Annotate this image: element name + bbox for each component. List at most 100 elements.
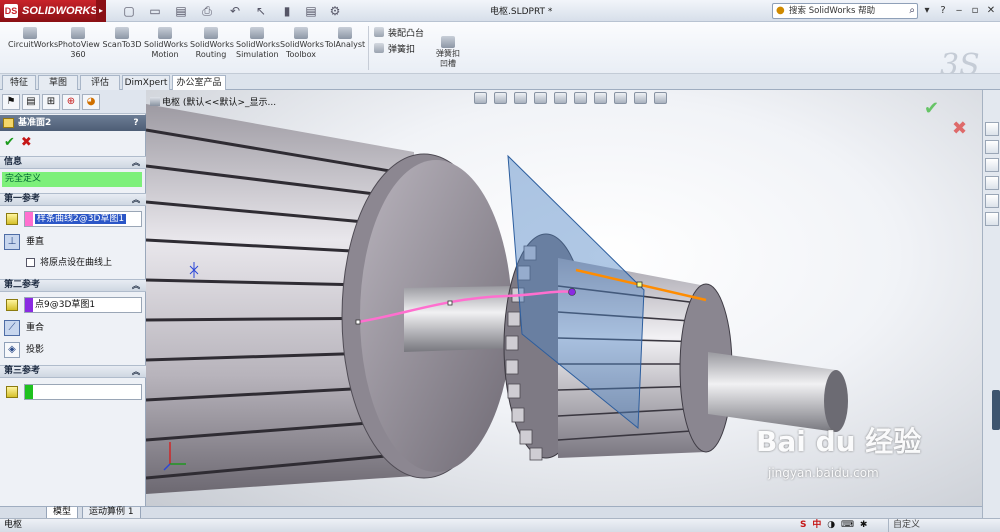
panel-tab-row: ⚑ ▤ ⊞ ⊕ ◕ <box>0 90 146 114</box>
graphics-viewport[interactable]: 电枢 (默认<<默认>_显示... ✔ ✖ Bai du 经验 jingyan.… <box>146 90 982 506</box>
search-go-icon[interactable]: ⌕ <box>909 4 915 18</box>
third-reference-field[interactable] <box>24 384 142 400</box>
part-icon <box>150 97 160 106</box>
file-properties-icon[interactable]: ▤ <box>300 3 322 19</box>
display-style-icon[interactable] <box>574 92 587 104</box>
task-pane <box>982 90 1000 520</box>
design-library-icon[interactable] <box>985 140 999 154</box>
custom-properties-icon[interactable] <box>985 212 999 226</box>
first-reference-field[interactable]: 样条曲线2@3D草图1 <box>24 211 142 227</box>
heads-up-view-toolbar <box>474 92 674 106</box>
appearances-icon[interactable] <box>985 194 999 208</box>
undo-icon[interactable]: ↶ <box>224 3 246 19</box>
property-manager-tab-icon[interactable]: ▤ <box>22 94 40 110</box>
new-document-icon[interactable]: ▢ <box>118 3 140 19</box>
tab-sketch[interactable]: 草图 <box>38 75 78 90</box>
close-button[interactable]: ✕ <box>984 3 998 19</box>
tab-features[interactable]: 特征 <box>2 75 36 90</box>
status-text: 电枢 <box>4 520 23 530</box>
point-9[interactable] <box>568 288 576 296</box>
routing-icon <box>204 27 218 39</box>
previous-view-icon[interactable] <box>514 92 527 104</box>
feature-manager-tab-icon[interactable]: ⚑ <box>2 94 20 110</box>
photoview-button[interactable]: PhotoView 360 <box>58 27 100 60</box>
spline-point-mid[interactable] <box>447 300 453 306</box>
view-palette-icon[interactable] <box>985 176 999 190</box>
solidworks-resources-icon[interactable] <box>985 122 999 136</box>
confirm-ok-check-icon[interactable]: ✔ <box>924 98 939 119</box>
tab-office-products[interactable]: 办公室产品 <box>172 75 226 91</box>
tab-evaluate[interactable]: 评估 <box>80 75 120 90</box>
configuration-manager-tab-icon[interactable]: ⊞ <box>42 94 60 110</box>
circuitworks-icon <box>23 27 37 39</box>
project-option[interactable]: ◈ 投影 <box>4 342 44 358</box>
solidworks-motion-button[interactable]: SolidWorks Motion <box>144 27 188 60</box>
punctuation-icon[interactable]: ◑ <box>827 519 835 532</box>
feature-tree-root[interactable]: 电枢 (默认<<默认>_显示... <box>150 95 276 108</box>
restore-button[interactable]: ▫ <box>968 3 982 19</box>
view-orientation-icon[interactable] <box>554 92 567 104</box>
first-reference-row: 样条曲线2@3D草图1 <box>4 211 142 227</box>
collapse-chevron-icon: ︽ <box>132 158 140 167</box>
help-icon[interactable]: ? <box>130 115 142 131</box>
perpendicular-option[interactable]: ⊥ 垂直 <box>4 234 44 250</box>
circuitworks-button[interactable]: CircuitWorks <box>8 27 58 50</box>
tray-settings-icon[interactable]: ✱ <box>860 519 868 532</box>
snap-hook-button[interactable]: 弹簧扣 <box>374 42 415 55</box>
solidworks-simulation-button[interactable]: SolidWorks Simulation <box>236 27 280 60</box>
hide-show-items-icon[interactable] <box>594 92 607 104</box>
second-reference-field[interactable]: 点9@3D草图1 <box>24 297 142 313</box>
display-manager-tab-icon[interactable]: ◕ <box>82 94 100 110</box>
dimxpert-manager-tab-icon[interactable]: ⊕ <box>62 94 80 110</box>
select-icon[interactable]: ↖ <box>250 3 272 19</box>
view-settings-icon[interactable] <box>654 92 667 104</box>
ime-mode-indicator[interactable]: 中 <box>812 519 821 532</box>
zoom-to-area-icon[interactable] <box>494 92 507 104</box>
edge-handle[interactable] <box>636 281 643 288</box>
help-dropdown-icon[interactable]: ▾ <box>920 3 934 19</box>
solidworks-logo[interactable]: DS SOLIDWORKS <box>0 0 98 22</box>
first-reference-section-header[interactable]: 第一参考 ︽ <box>0 193 146 206</box>
simulation-icon <box>250 27 264 39</box>
checkbox-box[interactable] <box>26 258 35 267</box>
tab-dimxpert[interactable]: DimXpert <box>122 75 170 90</box>
rebuild-icon[interactable]: ▮ <box>276 3 298 19</box>
print-icon[interactable]: ⎙ <box>196 3 218 19</box>
snap-hook-groove-button[interactable]: 弹簧扣 凹槽 <box>428 36 468 69</box>
toolbar-separator <box>368 26 369 70</box>
edit-appearance-icon[interactable] <box>614 92 627 104</box>
open-document-icon[interactable]: ▭ <box>144 3 166 19</box>
messages-section-header[interactable]: 信息 ︽ <box>0 156 146 169</box>
task-pane-handle[interactable] <box>992 390 1000 430</box>
confirm-cancel-x-icon[interactable]: ✖ <box>952 118 967 139</box>
assembly-boss-button[interactable]: 装配凸台 <box>374 26 424 39</box>
zoom-to-fit-icon[interactable] <box>474 92 487 104</box>
solidworks-routing-button[interactable]: SolidWorks Routing <box>190 27 234 60</box>
apply-scene-icon[interactable] <box>634 92 647 104</box>
save-icon[interactable]: ▤ <box>170 3 192 19</box>
menu-expand-icon[interactable]: ▸ <box>96 0 106 22</box>
coincident-option[interactable]: ⟋ 重合 <box>4 320 44 336</box>
cancel-x-icon[interactable]: ✖ <box>21 135 32 150</box>
third-reference-section-header[interactable]: 第三参考 ︽ <box>0 365 146 378</box>
section-view-icon[interactable] <box>534 92 547 104</box>
third-reference-color-swatch <box>25 385 33 399</box>
collapse-chevron-icon: ︽ <box>132 195 140 204</box>
solidworks-toolbox-button[interactable]: SolidWorks Toolbox <box>280 27 324 60</box>
minimize-button[interactable]: ‒ <box>952 3 966 19</box>
help-search-input[interactable]: ● 搜索 SolidWorks 帮助 ⌕ <box>772 3 918 19</box>
file-explorer-icon[interactable] <box>985 158 999 172</box>
origin-on-curve-checkbox[interactable]: 将原点设在曲线上 <box>26 257 112 269</box>
options-icon[interactable]: ⚙ <box>324 3 346 19</box>
ok-check-icon[interactable]: ✔ <box>4 135 15 150</box>
sogou-input-icon[interactable]: S <box>800 519 806 532</box>
second-reference-section-header[interactable]: 第二参考 ︽ <box>0 279 146 292</box>
edit-state-indicator: 自定义 <box>888 519 978 532</box>
scanto3d-button[interactable]: ScanTo3D <box>102 27 142 50</box>
command-manager: CircuitWorks PhotoView 360 ScanTo3D Solid… <box>0 22 1000 83</box>
help-icon[interactable]: ? <box>936 3 950 19</box>
keyboard-icon[interactable]: ⌨ <box>841 519 854 532</box>
tolanalyst-button[interactable]: TolAnalyst <box>324 27 366 50</box>
spline-point-start[interactable] <box>355 319 361 325</box>
scanto3d-icon <box>115 27 129 39</box>
